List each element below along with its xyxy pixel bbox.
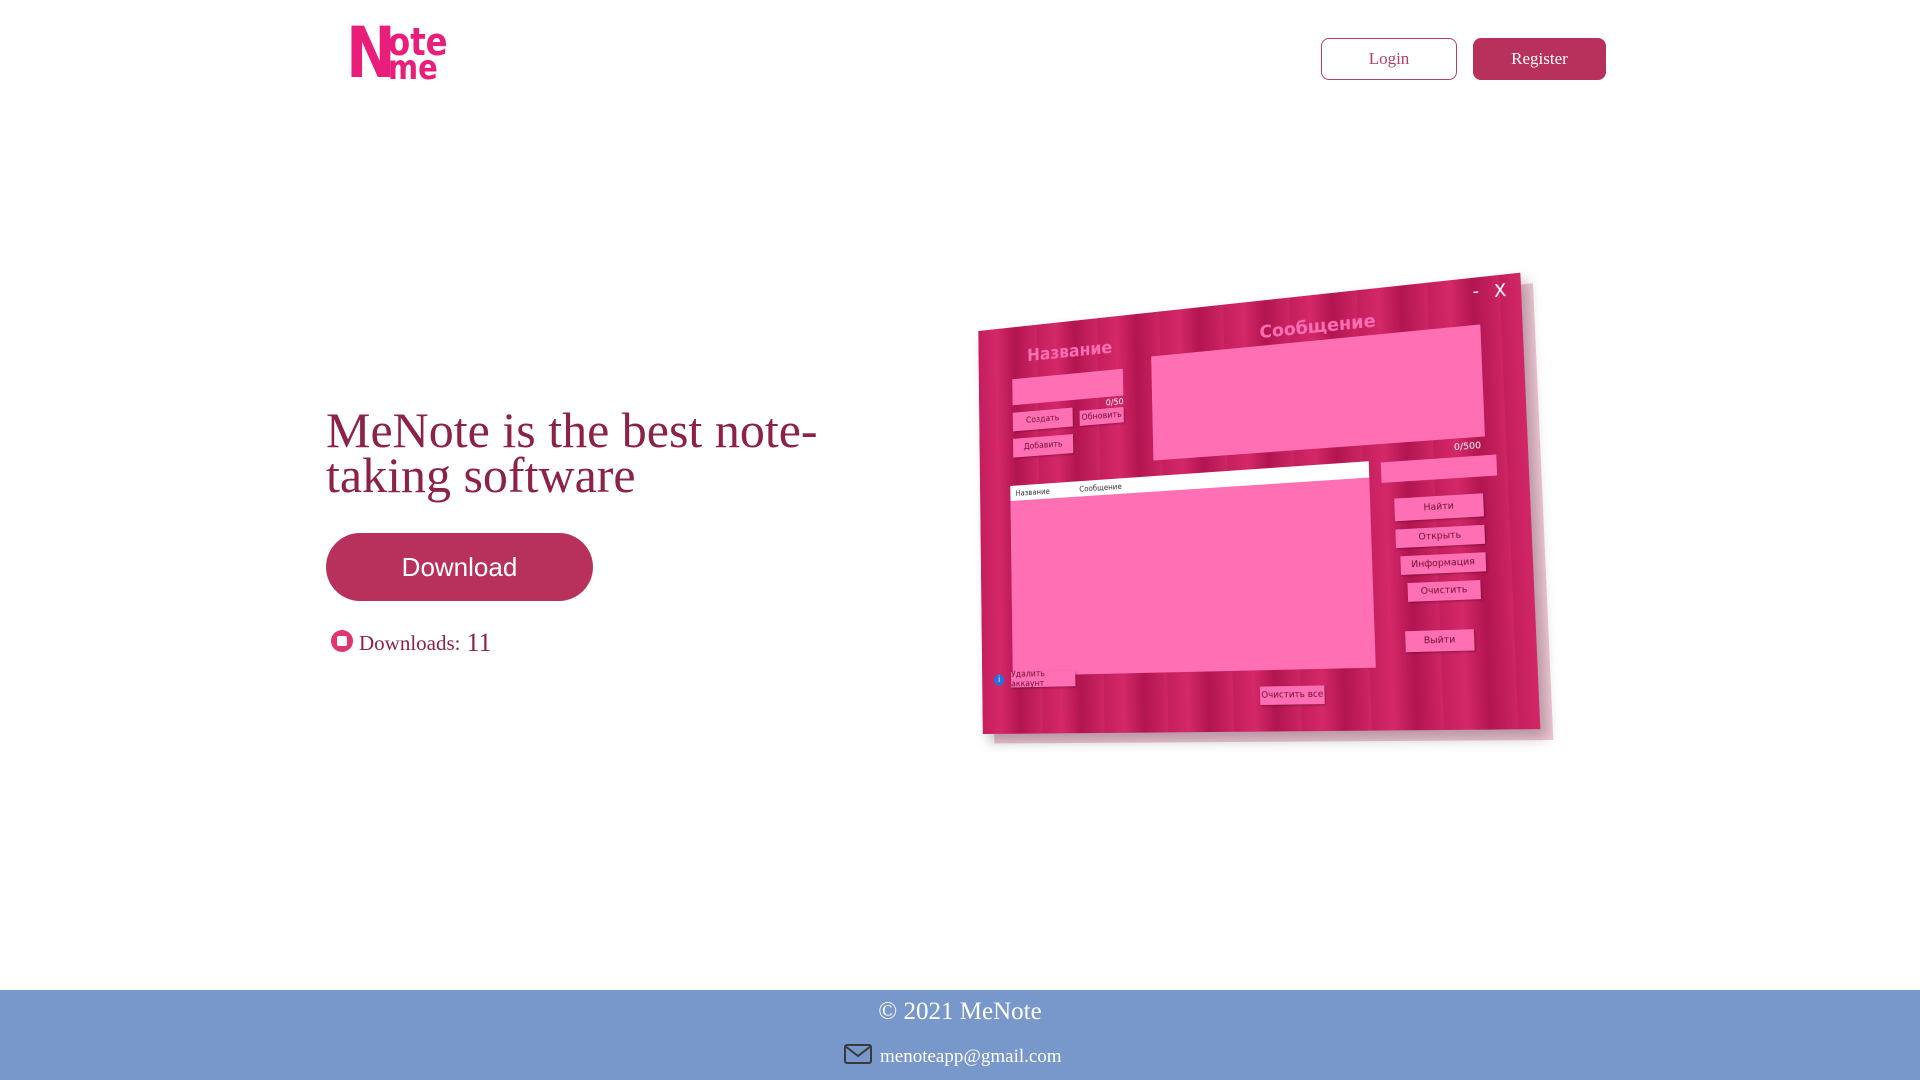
register-button[interactable]: Register: [1473, 38, 1606, 80]
mockup-col-message: Сообщение: [1079, 481, 1122, 494]
mockup-create-button: Создать: [1012, 407, 1073, 432]
mockup-close: X: [1493, 280, 1507, 303]
mockup-info-icon: i: [993, 674, 1005, 686]
hero-title-line2: taking software: [326, 447, 636, 503]
logo-letter-n: N: [346, 12, 396, 94]
mockup-search-input: [1380, 454, 1498, 483]
mockup-col-name: Название: [1015, 486, 1050, 498]
login-button[interactable]: Login: [1321, 38, 1457, 80]
footer: © 2021 MeNote menoteapp@gmail.com: [0, 990, 1920, 1080]
mail-icon: [844, 1044, 872, 1070]
mockup-clear-button: Очистить: [1407, 580, 1482, 602]
mockup-add-button: Добавить: [1013, 434, 1074, 458]
download-button[interactable]: Download: [326, 533, 593, 601]
mockup-find-button: Найти: [1394, 493, 1485, 522]
copyright-text: © 2021 MeNote: [878, 998, 1042, 1025]
mockup-clear-all-button: Очистить все: [1259, 685, 1325, 705]
contact-email[interactable]: menoteapp@gmail.com: [880, 1046, 1062, 1068]
mockup-notes-list: Название Сообщение: [1010, 461, 1376, 676]
mockup-info-button: Информация: [1400, 552, 1487, 575]
menote-logo[interactable]: N ote me: [346, 12, 450, 94]
contact-email-row[interactable]: menoteapp@gmail.com: [844, 1044, 1062, 1070]
mockup-open-button: Открыть: [1395, 524, 1486, 549]
mockup-minimize: -: [1472, 281, 1480, 303]
app-window-mockup: - X Название Сообщение 0/50 0/500 Создат…: [978, 272, 1541, 735]
mockup-exit-button: Выйти: [1405, 629, 1475, 653]
mockup-update-button: Обновить: [1079, 406, 1124, 426]
mockup-message-counter: 0/500: [1453, 440, 1482, 454]
download-count-icon: [331, 630, 353, 652]
downloads-count: 11: [466, 628, 492, 657]
mockup-list-header: Название Сообщение: [1010, 461, 1370, 502]
downloads-counter: Downloads: 11: [331, 628, 492, 658]
app-screenshot: - X Название Сообщение 0/50 0/500 Создат…: [930, 272, 1610, 770]
hero-title: MeNote is the best note- taking software: [326, 405, 886, 500]
logo-text-me: me: [388, 48, 438, 88]
downloads-label: Downloads:: [359, 630, 461, 655]
mockup-name-heading: Название: [1026, 337, 1113, 366]
mockup-delete-account-button: Удалить аккаунт: [1011, 669, 1076, 689]
mockup-message-input: [1151, 324, 1485, 461]
